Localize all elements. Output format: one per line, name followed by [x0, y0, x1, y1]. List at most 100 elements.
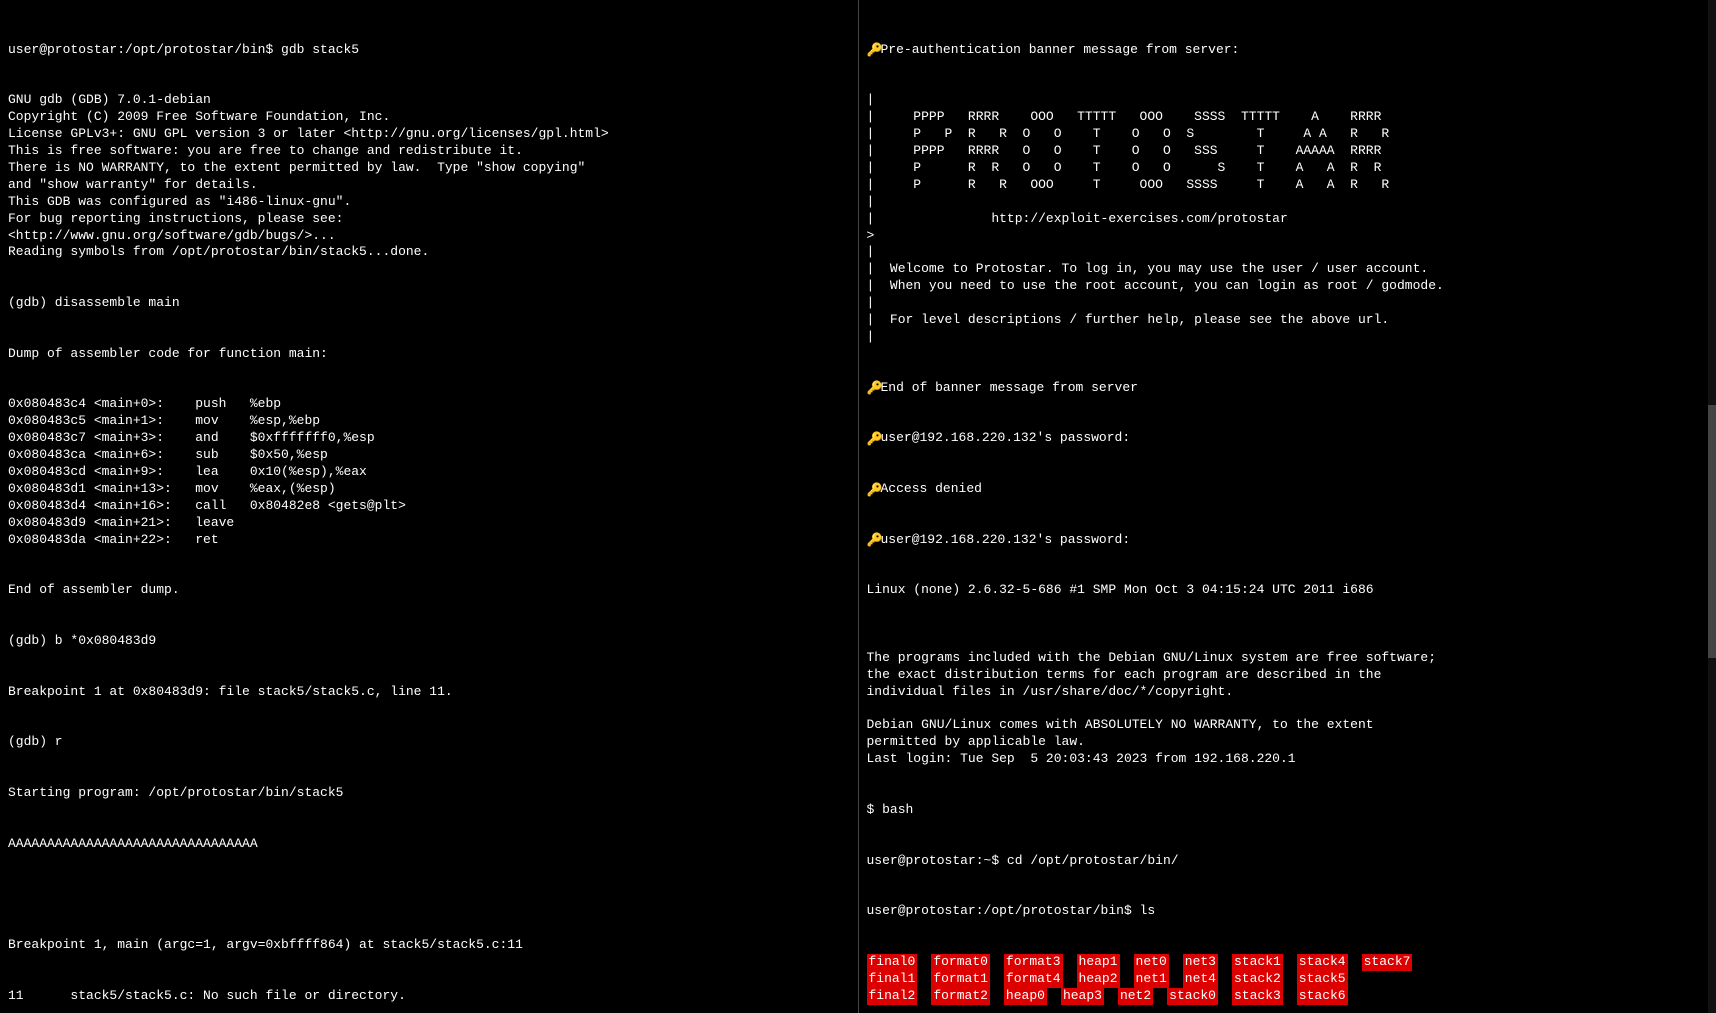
- ls-row: final1 format1 format4 heap2 net1 net4 stack2 s…: [867, 971, 1709, 988]
- output-line: Debian GNU/Linux comes with ABSOLUTELY N…: [867, 717, 1709, 734]
- ascii-banner: | | PPPP RRRR OOO TTTTT OOO SSSS TTTTT A…: [867, 92, 1709, 345]
- output-line: 0x080483c5 <main+1>: mov %esp,%ebp: [8, 413, 850, 430]
- executable-file: format0: [931, 954, 990, 971]
- breakpoint-hit: Breakpoint 1, main (argc=1, argv=0xbffff…: [8, 937, 850, 954]
- output-line: This is free software: you are free to c…: [8, 143, 850, 160]
- key-icon: 🔑: [867, 533, 879, 545]
- gdb-header: GNU gdb (GDB) 7.0.1-debianCopyright (C) …: [8, 92, 850, 261]
- executable-file: heap3: [1061, 988, 1104, 1005]
- output-line: 0x080483ca <main+6>: sub $0x50,%esp: [8, 447, 850, 464]
- output-line: |: [867, 92, 1709, 109]
- output-line: | PPPP RRRR OOO TTTTT OOO SSSS TTTTT A R…: [867, 109, 1709, 126]
- key-icon: 🔑: [867, 43, 879, 55]
- output-line: | P R R O O T O O S T A A R R: [867, 160, 1709, 177]
- output-line: | http://exploit-exercises.com/protostar: [867, 211, 1709, 228]
- executable-file: stack6: [1297, 988, 1348, 1005]
- output-line: |: [867, 329, 1709, 346]
- disas-end: End of assembler dump.: [8, 582, 850, 599]
- output-line: | P P R R O O T O O S T A A R R: [867, 126, 1709, 143]
- output-line: 0x080483d9 <main+21>: leave: [8, 515, 850, 532]
- executable-file: stack2: [1232, 971, 1283, 988]
- output-line: 0x080483d4 <main+16>: call 0x80482e8 <ge…: [8, 498, 850, 515]
- run-cmd: (gdb) r: [8, 734, 850, 751]
- ls-output: final0format0format3heap1net0net3stack1s…: [867, 954, 1709, 1005]
- output-line: individual files in /usr/share/doc/*/cop…: [867, 684, 1709, 701]
- output-line: and "show warranty" for details.: [8, 177, 850, 194]
- output-line: 0x080483da <main+22>: ret: [8, 532, 850, 549]
- executable-file: stack3: [1232, 988, 1283, 1005]
- output-line: | PPPP RRRR O O T O O SSS T AAAAA RRRR: [867, 143, 1709, 160]
- executable-file: format2: [931, 988, 990, 1005]
- output-line: 0x080483d1 <main+13>: mov %eax,(%esp): [8, 481, 850, 498]
- executable-file: stack1: [1232, 954, 1283, 971]
- break-set: Breakpoint 1 at 0x80483d9: file stack5/s…: [8, 684, 850, 701]
- output-line: There is NO WARRANTY, to the extent perm…: [8, 160, 850, 177]
- output-line: This GDB was configured as "i486-linux-g…: [8, 194, 850, 211]
- key-icon: 🔑: [867, 432, 879, 444]
- executable-file: stack5: [1297, 971, 1348, 988]
- terminal-left[interactable]: user@protostar:/opt/protostar/bin$ gdb s…: [0, 0, 859, 1013]
- output-line: the exact distribution terms for each pr…: [867, 667, 1709, 684]
- executable-file: heap0: [1004, 988, 1047, 1005]
- output-line: <http://www.gnu.org/software/gdb/bugs/>.…: [8, 228, 850, 245]
- starting-program: Starting program: /opt/protostar/bin/sta…: [8, 785, 850, 802]
- access-denied: 🔑Access denied: [867, 481, 1709, 498]
- output-line: Reading symbols from /opt/protostar/bin/…: [8, 244, 850, 261]
- no-file: 11 stack5/stack5.c: No such file or dire…: [8, 988, 850, 1005]
- output-line: [867, 701, 1709, 718]
- bash-cmd: $ bash: [867, 802, 1709, 819]
- executable-file: stack0: [1167, 988, 1218, 1005]
- shell-prompt: user@protostar:/opt/protostar/bin$ gdb s…: [8, 42, 850, 59]
- output-line: 0x080483c4 <main+0>: push %ebp: [8, 396, 850, 413]
- executable-file: heap1: [1077, 954, 1120, 971]
- executable-file: final1: [867, 971, 918, 988]
- output-line: 0x080483c7 <main+3>: and $0xfffffff0,%es…: [8, 430, 850, 447]
- terminal-right[interactable]: 🔑Pre-authentication banner message from …: [859, 0, 1716, 1013]
- executable-file: net2: [1118, 988, 1153, 1005]
- output-line: permitted by applicable law.: [867, 734, 1709, 751]
- output-line: |: [867, 295, 1709, 312]
- password-prompt-2: 🔑user@192.168.220.132's password:: [867, 532, 1709, 549]
- scrollbar[interactable]: [1708, 0, 1716, 1013]
- user-input: AAAAAAAAAAAAAAAAAAAAAAAAAAAAAAAA: [8, 836, 850, 853]
- executable-file: final2: [867, 988, 918, 1005]
- output-line: Last login: Tue Sep 5 20:03:43 2023 from…: [867, 751, 1709, 768]
- executable-file: net1: [1134, 971, 1169, 988]
- banner-end: 🔑End of banner message from server: [867, 380, 1709, 397]
- executable-file: heap2: [1077, 971, 1120, 988]
- executable-file: net4: [1183, 971, 1218, 988]
- output-line: 0x080483cd <main+9>: lea 0x10(%esp),%eax: [8, 464, 850, 481]
- output-line: | When you need to use the root account,…: [867, 278, 1709, 295]
- blank: [8, 886, 850, 903]
- disassembly-listing: 0x080483c4 <main+0>: push %ebp0x080483c5…: [8, 396, 850, 548]
- executable-file: stack4: [1297, 954, 1348, 971]
- executable-file: format4: [1004, 971, 1063, 988]
- output-line: >: [867, 228, 1709, 245]
- key-icon: 🔑: [867, 381, 879, 393]
- output-line: | Welcome to Protostar. To log in, you m…: [867, 261, 1709, 278]
- output-line: The programs included with the Debian GN…: [867, 650, 1709, 667]
- output-line: [867, 633, 1709, 650]
- output-line: Copyright (C) 2009 Free Software Foundat…: [8, 109, 850, 126]
- output-line: |: [867, 244, 1709, 261]
- output-line: |: [867, 194, 1709, 211]
- ls-row: final0 format0 format3 heap1 net0 net3 stack1 s…: [867, 954, 1709, 971]
- executable-file: final0: [867, 954, 918, 971]
- output-line: | For level descriptions / further help,…: [867, 312, 1709, 329]
- password-prompt: 🔑user@192.168.220.132's password:: [867, 430, 1709, 447]
- ls-row: final2 format2 heap0 heap3 net2 stack0 stack3 s…: [867, 988, 1709, 1005]
- ls-cmd: user@protostar:/opt/protostar/bin$ ls: [867, 903, 1709, 920]
- executable-file: net3: [1183, 954, 1218, 971]
- executable-file: format1: [931, 971, 990, 988]
- executable-file: format3: [1004, 954, 1063, 971]
- disas-header: Dump of assembler code for function main…: [8, 346, 850, 363]
- output-line: License GPLv3+: GNU GPL version 3 or lat…: [8, 126, 850, 143]
- scroll-thumb[interactable]: [1708, 405, 1716, 658]
- key-icon: 🔑: [867, 483, 879, 495]
- output-line: For bug reporting instructions, please s…: [8, 211, 850, 228]
- debian-motd: The programs included with the Debian GN…: [867, 633, 1709, 768]
- cd-cmd: user@protostar:~$ cd /opt/protostar/bin/: [867, 853, 1709, 870]
- linux-version: Linux (none) 2.6.32-5-686 #1 SMP Mon Oct…: [867, 582, 1709, 599]
- executable-file: net0: [1134, 954, 1169, 971]
- output-line: GNU gdb (GDB) 7.0.1-debian: [8, 92, 850, 109]
